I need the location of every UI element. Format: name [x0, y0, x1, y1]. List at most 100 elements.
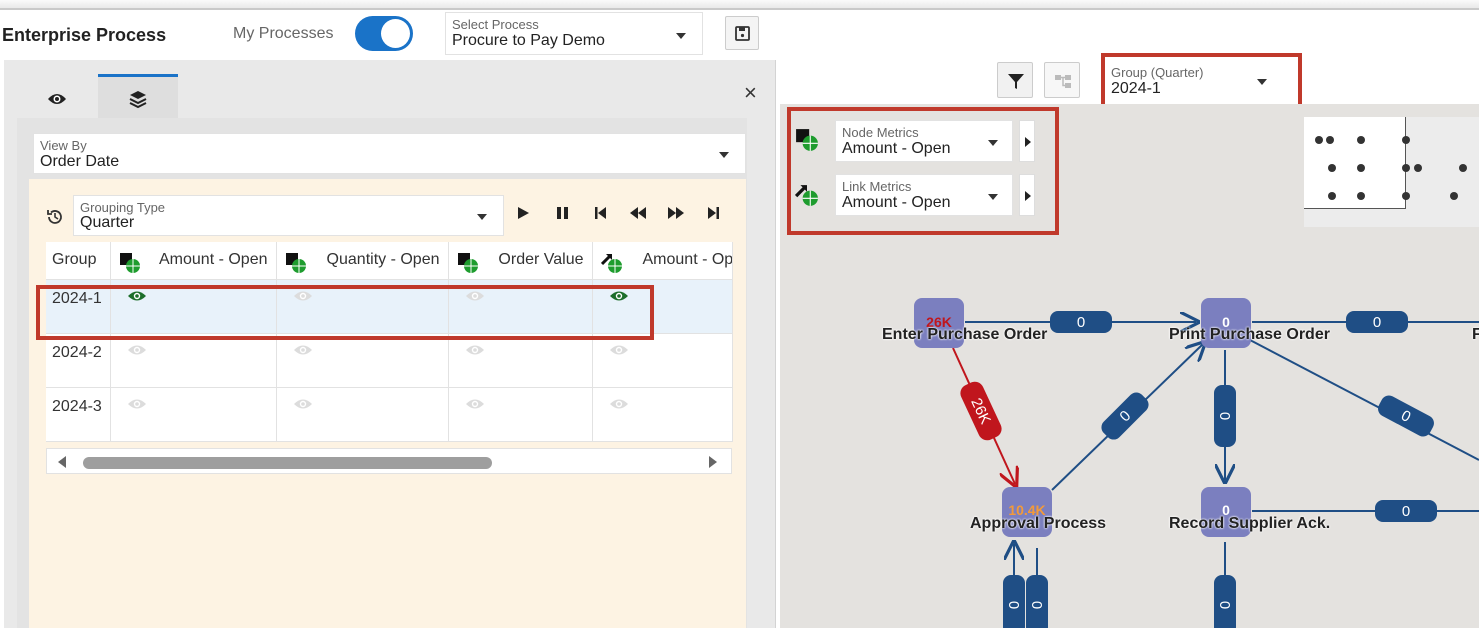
visibility-cell[interactable] — [448, 333, 593, 388]
toggle-knob — [381, 19, 410, 48]
link-badge[interactable]: 0 — [1375, 500, 1437, 522]
visibility-cell[interactable] — [592, 387, 733, 442]
link-badge[interactable]: 0 — [1214, 575, 1236, 628]
minimap-node — [1459, 164, 1467, 172]
minimap-node — [1315, 136, 1323, 144]
tab-layers[interactable] — [98, 74, 178, 118]
grouping-type-dropdown[interactable]: Grouping Type Quarter — [73, 195, 504, 236]
view-by-label: View By — [40, 138, 87, 153]
view-by-value: Order Date — [40, 153, 120, 170]
chevron-down-icon — [477, 214, 487, 220]
eye-icon[interactable] — [465, 397, 485, 411]
eye-icon[interactable] — [293, 343, 313, 357]
minimap-node — [1328, 192, 1336, 200]
skip-forward-icon[interactable] — [708, 207, 719, 219]
link-metric-icon — [600, 253, 622, 273]
column-header[interactable]: Group — [46, 242, 111, 280]
eye-icon — [48, 94, 66, 104]
page-title: Enterprise Process — [2, 25, 167, 45]
eye-icon[interactable] — [293, 397, 313, 411]
app-root: Enterprise Process My Processes Select P… — [0, 0, 1479, 628]
fast-forward-icon[interactable] — [668, 207, 684, 219]
node-label: F — [1472, 326, 1479, 343]
link-value: 0 — [1216, 601, 1233, 609]
skip-back-icon[interactable] — [595, 207, 606, 219]
highlight-box-group — [1101, 53, 1302, 111]
play-icon[interactable] — [518, 207, 529, 219]
node-label: Record Supplier Ack. — [1169, 515, 1331, 532]
minimap-node — [1402, 164, 1410, 172]
column-header[interactable]: Quantity - Open — [276, 242, 449, 280]
node-metric-icon — [285, 253, 306, 273]
highlight-box-row — [36, 285, 654, 340]
node-label: Print Purchase Order — [1169, 326, 1330, 343]
minimap-node — [1402, 192, 1410, 200]
link-badge[interactable]: 0 — [1214, 385, 1236, 447]
select-process-dropdown[interactable]: Select Process Procure to Pay Demo — [445, 12, 703, 55]
column-header-label: Amount - Open — [159, 251, 268, 269]
link-badge[interactable]: 0 — [1346, 311, 1408, 333]
minimap-viewport[interactable] — [1304, 117, 1406, 209]
column-header-label: Quantity - Open — [326, 251, 440, 269]
column-header[interactable]: Order Value — [448, 242, 593, 280]
link-badge[interactable]: 0 — [1375, 393, 1437, 440]
minimap-node — [1402, 136, 1410, 144]
scroll-right-icon[interactable] — [708, 456, 718, 468]
minimap-node — [1450, 192, 1458, 200]
column-header-label: Order Value — [498, 251, 584, 269]
link-badge[interactable]: 0 — [1003, 575, 1025, 628]
layout-button[interactable] — [1044, 62, 1080, 98]
visibility-cell[interactable] — [110, 333, 277, 388]
chevron-down-icon — [676, 33, 686, 39]
rewind-icon[interactable] — [630, 207, 646, 219]
eye-icon[interactable] — [609, 343, 629, 357]
link-badge[interactable]: 0 — [1026, 575, 1048, 628]
link-badge-critical[interactable]: 26K — [957, 379, 1004, 444]
table-header-row: Group Amount - Open Quantity - Open Orde… — [46, 242, 733, 280]
pause-icon[interactable] — [557, 207, 568, 219]
history-icon[interactable] — [44, 206, 66, 228]
save-button[interactable] — [725, 16, 759, 50]
tab-view[interactable] — [17, 74, 97, 118]
node-label: Enter Purchase Order — [882, 326, 1048, 343]
visibility-cell[interactable] — [276, 387, 449, 442]
minimap-node — [1357, 164, 1365, 172]
visibility-cell[interactable] — [110, 387, 277, 442]
select-process-value: Procure to Pay Demo — [452, 32, 605, 49]
my-processes-toggle[interactable] — [355, 16, 413, 51]
filter-button[interactable] — [997, 62, 1033, 98]
grouping-type-value: Quarter — [80, 214, 135, 231]
table-row[interactable]: 2024-3 — [46, 387, 733, 442]
link-edge[interactable] — [1249, 339, 1479, 461]
link-badge[interactable]: 0 — [1098, 389, 1152, 443]
visibility-cell[interactable] — [592, 333, 733, 388]
node-metric-icon — [457, 253, 478, 273]
grouping-type-label: Grouping Type — [80, 200, 166, 215]
link-value: 0 — [1216, 412, 1233, 420]
view-by-dropdown[interactable]: View By Order Date — [33, 133, 746, 174]
scroll-left-icon[interactable] — [57, 456, 67, 468]
visibility-cell[interactable] — [448, 387, 593, 442]
column-header[interactable]: Amount - Open — [110, 242, 277, 280]
link-value: 0 — [1402, 503, 1410, 520]
layers-icon — [129, 91, 147, 109]
eye-icon[interactable] — [127, 397, 147, 411]
node-label: Approval Process — [970, 515, 1107, 532]
eye-icon[interactable] — [609, 397, 629, 411]
eye-icon[interactable] — [465, 343, 485, 357]
minimap-node — [1357, 136, 1365, 144]
group-cell: 2024-2 — [46, 333, 111, 388]
horizontal-scrollbar[interactable] — [46, 448, 732, 474]
close-panel-button[interactable]: × — [744, 80, 757, 106]
link-badge[interactable]: 0 — [1050, 311, 1112, 333]
scrollbar-thumb[interactable] — [83, 457, 492, 469]
group-cell: 2024-3 — [46, 387, 111, 442]
column-header[interactable]: Amount - Op — [592, 242, 733, 280]
link-value: 0 — [1005, 601, 1022, 609]
top-border — [0, 0, 1479, 10]
visibility-cell[interactable] — [276, 333, 449, 388]
minimap-node — [1414, 164, 1422, 172]
eye-icon[interactable] — [127, 343, 147, 357]
table-row[interactable]: 2024-2 — [46, 333, 733, 388]
graph-minimap[interactable] — [1304, 117, 1479, 227]
